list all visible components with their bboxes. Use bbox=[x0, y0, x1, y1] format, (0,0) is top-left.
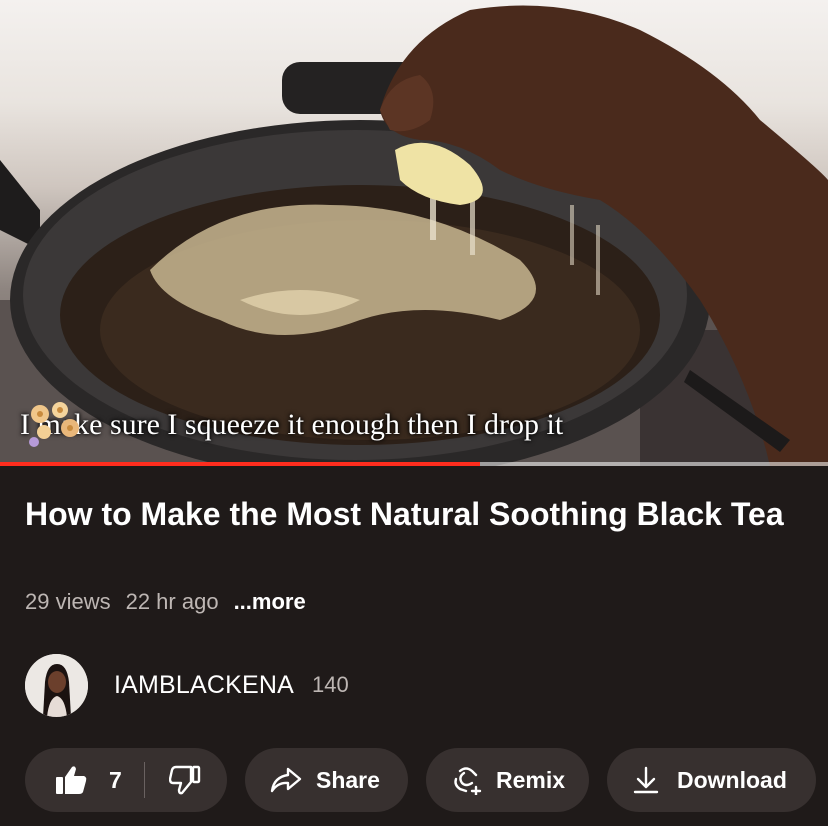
subscriber-count: 140 bbox=[312, 672, 349, 697]
channel-name[interactable]: IAMBLACKENA bbox=[114, 671, 294, 700]
divider bbox=[143, 762, 145, 798]
like-count[interactable]: 7 bbox=[109, 767, 122, 794]
thumbs-down-icon[interactable] bbox=[168, 765, 201, 795]
more-link[interactable]: ...more bbox=[234, 589, 306, 615]
share-arrow-icon bbox=[270, 767, 302, 793]
progress-fill bbox=[0, 462, 481, 466]
progress-bar[interactable] bbox=[0, 462, 828, 466]
download-icon bbox=[633, 766, 659, 794]
upload-time: 22 hr ago bbox=[125, 589, 219, 614]
video-player[interactable]: I make sure I squeeze it enough then I d… bbox=[0, 0, 828, 466]
video-frame bbox=[0, 5, 828, 466]
remix-button[interactable]: Remix bbox=[426, 748, 589, 812]
like-dislike-group: 7 bbox=[25, 748, 227, 812]
avatar[interactable] bbox=[25, 653, 88, 717]
video-title[interactable]: How to Make the Most Natural Soothing Bl… bbox=[25, 493, 785, 535]
download-label: Download bbox=[677, 766, 787, 793]
remix-icon bbox=[454, 767, 482, 795]
view-count: 29 views bbox=[25, 589, 111, 614]
thumbs-up-icon[interactable] bbox=[55, 765, 87, 795]
share-label: Share bbox=[316, 766, 380, 793]
download-button[interactable]: Download bbox=[607, 748, 816, 812]
remix-label: Remix bbox=[496, 766, 566, 793]
video-caption: I make sure I squeeze it enough then I d… bbox=[20, 398, 563, 452]
video-meta[interactable]: 29 views 22 hr ago ...more bbox=[25, 589, 306, 615]
share-button[interactable]: Share bbox=[245, 748, 408, 812]
flower-icon bbox=[29, 402, 79, 447]
caption-text: I make sure I squeeze it enough then I d… bbox=[20, 408, 564, 441]
video-info: How to Make the Most Natural Soothing Bl… bbox=[0, 467, 828, 826]
channel-row[interactable]: IAMBLACKENA 140 bbox=[25, 653, 349, 717]
action-bar: 7 Share Remix Download bbox=[25, 748, 816, 812]
